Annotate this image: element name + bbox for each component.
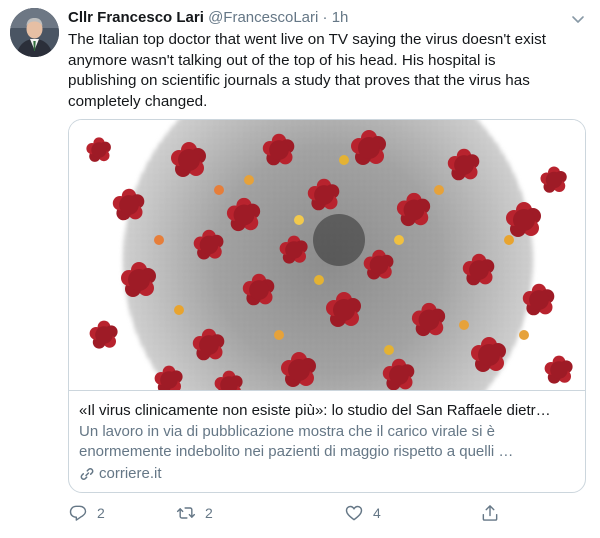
- virus-dot: [384, 345, 394, 355]
- author-handle[interactable]: @FrancescoLari: [208, 9, 318, 26]
- card-title[interactable]: «Il virus clinicamente non esiste più»: …: [79, 401, 575, 421]
- tweet-timestamp[interactable]: 1h: [332, 9, 349, 26]
- retweet-icon: [176, 507, 196, 519]
- virus-dot: [504, 235, 514, 245]
- link-icon: [80, 468, 94, 480]
- virus-dot: [174, 305, 184, 315]
- link-card[interactable]: «Il virus clinicamente non esiste più»: …: [68, 119, 586, 493]
- author-name[interactable]: Cllr Francesco Lari: [68, 9, 204, 26]
- share-icon: [482, 505, 498, 521]
- card-divider: [69, 390, 585, 391]
- virus-dot: [394, 235, 404, 245]
- avatar[interactable]: [10, 8, 59, 57]
- tweet-actions: 2 2 4: [68, 503, 508, 527]
- reply-button[interactable]: 2: [68, 503, 105, 523]
- avatar-image: [10, 8, 59, 57]
- virus-dot: [154, 235, 164, 245]
- reply-count: 2: [97, 505, 105, 521]
- virus-dot: [294, 215, 304, 225]
- tweet-text: The Italian top doctor that went live on…: [68, 31, 546, 110]
- virus-dot: [314, 275, 324, 285]
- tweet[interactable]: Cllr Francesco Lari @FrancescoLari · 1h …: [0, 0, 600, 538]
- like-count: 4: [373, 505, 381, 521]
- virus-dot: [274, 330, 284, 340]
- virus-dot: [434, 185, 444, 195]
- like-button[interactable]: 4: [344, 503, 381, 523]
- heart-icon: [345, 505, 363, 521]
- chevron-down-icon[interactable]: [570, 11, 586, 27]
- virus-dot: [214, 185, 224, 195]
- virus-dot: [459, 320, 469, 330]
- virus-dot: [244, 175, 254, 185]
- tweet-header: Cllr Francesco Lari @FrancescoLari · 1h: [68, 9, 588, 29]
- card-domain-text: corriere.it: [99, 465, 162, 482]
- virus-dot: [519, 330, 529, 340]
- card-description[interactable]: Un lavoro in via di pubblicazione mostra…: [79, 422, 575, 462]
- retweet-count: 2: [205, 505, 213, 521]
- virus-illustration: [69, 120, 585, 465]
- card-domain[interactable]: corriere.it: [79, 464, 162, 484]
- retweet-button[interactable]: 2: [176, 503, 213, 523]
- reply-icon: [69, 505, 87, 521]
- header-separator: ·: [322, 9, 328, 26]
- card-image[interactable]: [69, 120, 585, 465]
- share-button[interactable]: [480, 503, 500, 523]
- virus-dot: [339, 155, 349, 165]
